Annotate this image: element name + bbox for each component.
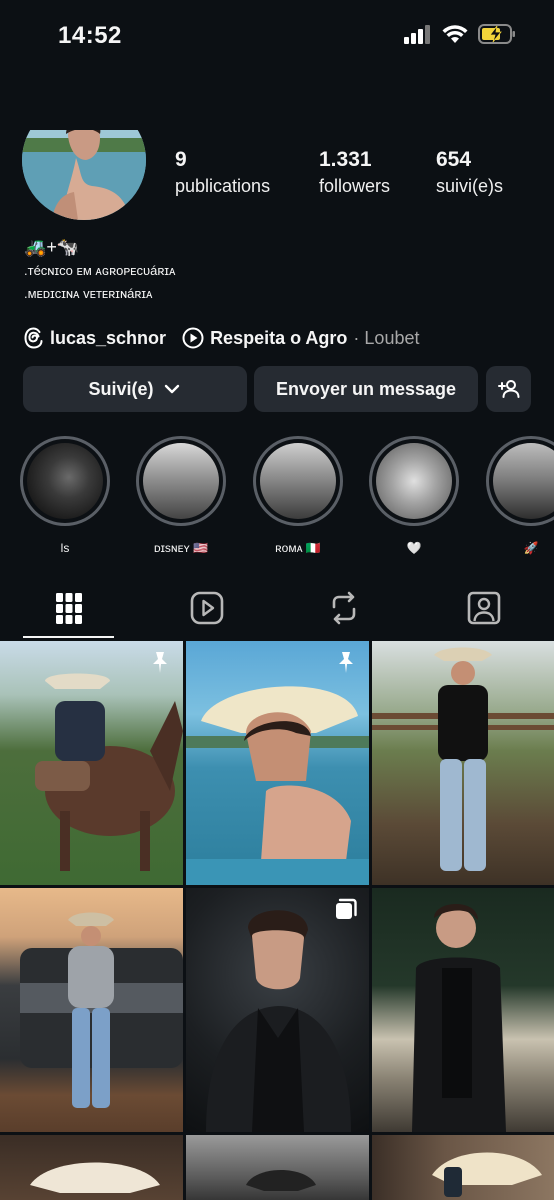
- post-thumbnail[interactable]: [372, 888, 554, 1132]
- music-play-icon: [182, 327, 204, 349]
- status-icons: [404, 24, 516, 44]
- stat-following-count: 654: [436, 148, 472, 171]
- post-thumbnail[interactable]: [372, 641, 554, 885]
- post-thumbnail[interactable]: [186, 888, 369, 1132]
- profile-bio: 🚜+🐄 .ᴛéᴄɴɪᴄᴏ ᴇᴍ ᴀɢʀᴏᴘᴇᴄᴜáʀɪᴀ .ᴍᴇᴅɪᴄɪɴᴀ ᴠ…: [24, 236, 175, 305]
- bio-line-3: .ᴍᴇᴅɪᴄɪɴᴀ ᴠᴇᴛᴇʀɪɴáʀɪᴀ: [24, 286, 153, 301]
- post-thumbnail[interactable]: [186, 1135, 369, 1200]
- active-tab-indicator: [23, 636, 114, 638]
- tab-reposts[interactable]: [298, 588, 390, 638]
- header-background: [0, 70, 554, 130]
- signal-icon: [404, 25, 430, 44]
- highlight-ring: [136, 436, 226, 526]
- tab-tagged[interactable]: [438, 588, 530, 638]
- stat-following-label: suivi(e)s: [436, 176, 504, 196]
- post-thumbnail[interactable]: [0, 641, 183, 885]
- stat-followers-label: followers: [319, 176, 391, 196]
- bio-line-1: 🚜+🐄: [24, 237, 80, 257]
- highlight-item[interactable]: ʀᴏᴍᴀ 🇮🇹: [252, 436, 344, 558]
- stat-following[interactable]: 654 suivi(e)s: [436, 148, 503, 197]
- post-thumbnail[interactable]: [0, 1135, 183, 1200]
- highlight-thumbnail: [260, 443, 336, 519]
- post-image: [30, 1162, 160, 1193]
- add-user-icon: [497, 380, 519, 398]
- reposts-icon: [332, 591, 356, 625]
- highlight-label: 🚀: [523, 541, 539, 555]
- highlight-item[interactable]: 🚀: [485, 436, 554, 558]
- highlight-label: 🤍: [406, 541, 422, 555]
- stat-publications[interactable]: 9 publications: [175, 148, 270, 197]
- post-thumbnail[interactable]: [372, 1135, 554, 1200]
- post-thumbnail[interactable]: [186, 641, 369, 885]
- pin-icon: [153, 652, 167, 673]
- highlight-item[interactable]: 🤍: [368, 436, 460, 558]
- highlight-ring: [369, 436, 459, 526]
- status-bar: 14:52: [0, 0, 554, 70]
- threads-link[interactable]: lucas_schnor: [50, 328, 166, 349]
- reels-icon: [190, 591, 224, 625]
- stat-followers-count: 1.331: [319, 148, 372, 171]
- highlight-ring: [20, 436, 110, 526]
- stat-publications-label: publications: [175, 176, 271, 196]
- grid-icon: [56, 593, 82, 624]
- highlight-item[interactable]: ls: [19, 436, 111, 558]
- profile-links: lucas_schnor Respeita o Agro · Loubet: [24, 325, 419, 351]
- multi-post-icon: [336, 898, 357, 919]
- wifi-icon: [442, 25, 468, 43]
- post-image: [20, 912, 183, 1108]
- suggested-accounts-button[interactable]: [486, 366, 531, 412]
- profile-music-title[interactable]: Respeita o Agro: [210, 328, 347, 349]
- post-thumbnail[interactable]: [0, 888, 183, 1132]
- post-image: [372, 647, 554, 871]
- pin-icon: [339, 652, 353, 673]
- profile-content-tabs: [0, 588, 554, 640]
- post-image: [206, 910, 351, 1132]
- post-image: [186, 686, 369, 885]
- stat-publications-count: 9: [175, 148, 187, 171]
- highlight-thumbnail: [493, 443, 554, 519]
- tab-reels[interactable]: [161, 588, 253, 638]
- tagged-icon: [467, 591, 501, 625]
- highlight-item[interactable]: ᴅɪsɴᴇʏ 🇺🇸: [135, 436, 227, 558]
- story-highlights: ls ᴅɪsɴᴇʏ 🇺🇸 ʀᴏᴍᴀ 🇮🇹 🤍 🚀: [0, 436, 554, 556]
- status-time: 14:52: [58, 22, 122, 49]
- post-image: [35, 673, 183, 871]
- message-button[interactable]: Envoyer un message: [254, 366, 478, 412]
- post-image: [432, 1152, 542, 1197]
- chevron-down-icon: [164, 384, 179, 394]
- highlight-thumbnail: [376, 443, 452, 519]
- stat-followers[interactable]: 1.331 followers: [319, 148, 390, 197]
- tab-posts[interactable]: [23, 588, 115, 638]
- post-image: [412, 904, 506, 1132]
- post-image: [246, 1170, 316, 1191]
- bio-line-2: .ᴛéᴄɴɪᴄᴏ ᴇᴍ ᴀɢʀᴏᴘᴇᴄᴜáʀɪᴀ: [24, 263, 176, 278]
- highlight-thumbnail: [27, 443, 103, 519]
- highlight-label: ʀᴏᴍᴀ 🇮🇹: [275, 541, 321, 555]
- highlight-ring: [486, 436, 554, 526]
- following-button-label: Suivi(e): [88, 378, 154, 399]
- profile-music-artist: · Loubet: [353, 327, 420, 348]
- highlight-thumbnail: [143, 443, 219, 519]
- highlight-ring: [253, 436, 343, 526]
- threads-icon: [24, 327, 43, 349]
- message-button-label: Envoyer un message: [275, 378, 457, 399]
- battery-charging-icon: [478, 24, 515, 44]
- highlight-label: ᴅɪsɴᴇʏ 🇺🇸: [154, 541, 208, 555]
- following-button[interactable]: Suivi(e): [23, 366, 247, 412]
- highlight-label: ls: [60, 541, 70, 555]
